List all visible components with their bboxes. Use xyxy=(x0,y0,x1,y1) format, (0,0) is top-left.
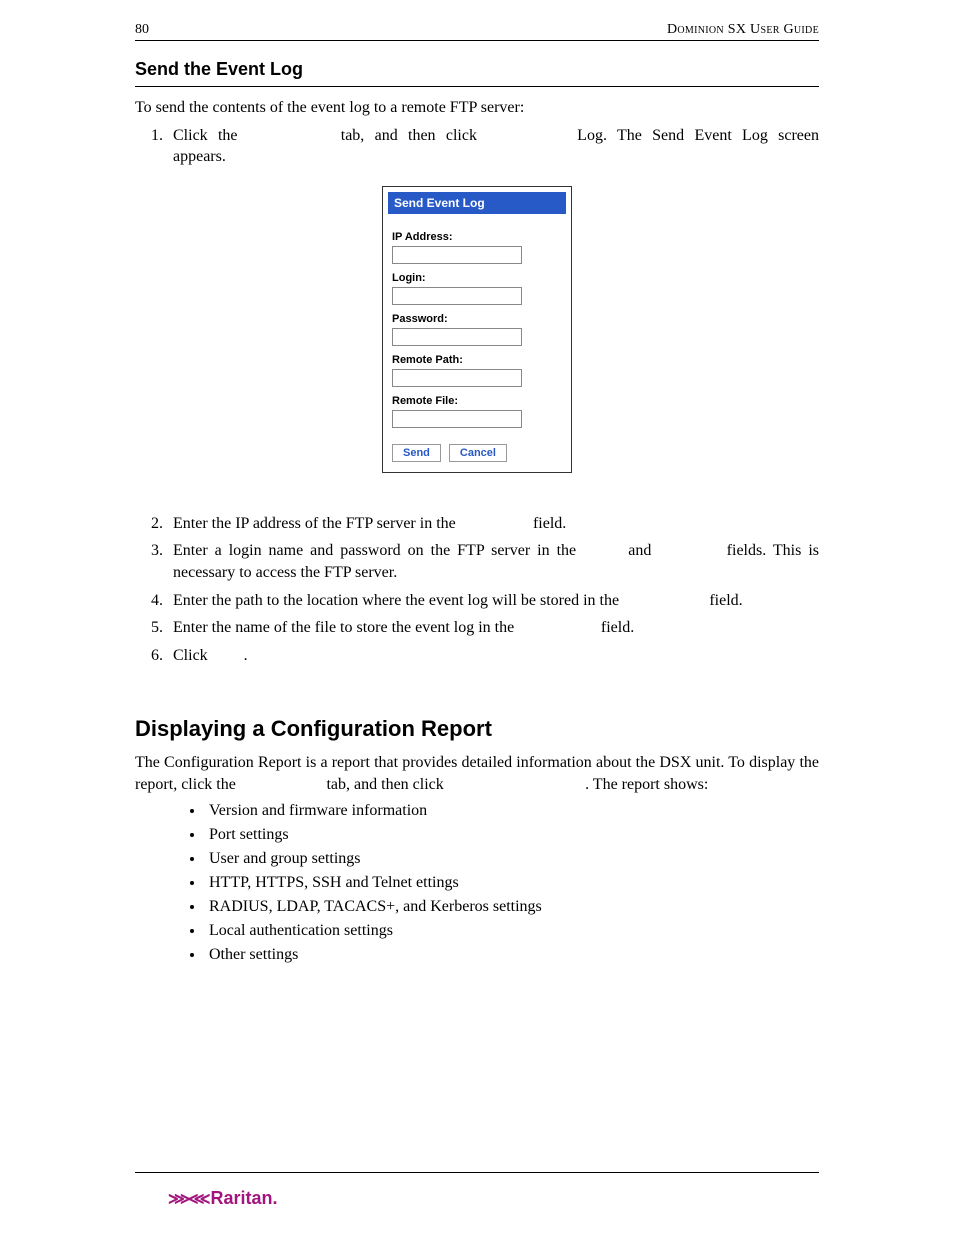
config-report-paragraph: The Configuration Report is a report tha… xyxy=(135,752,819,795)
section-heading-config-report: Displaying a Configuration Report xyxy=(135,716,819,742)
dialog-title: Send Event Log xyxy=(388,192,566,214)
bullet-item: Other settings xyxy=(205,946,819,964)
bullet-item: HTTP, HTTPS, SSH and Telnet ettings xyxy=(205,874,819,892)
book-title: Dominion SX User Guide xyxy=(667,22,819,38)
steps-list-2: Enter the IP address of the FTP server i… xyxy=(135,513,819,667)
ip-address-label: IP Address: xyxy=(392,231,562,243)
bullet-item: RADIUS, LDAP, TACACS+, and Kerberos sett… xyxy=(205,898,819,916)
page-header: 80 Dominion SX User Guide xyxy=(135,22,819,41)
raritan-logo: ⋙⋘ Raritan. xyxy=(168,1188,278,1209)
bullet-item: Port settings xyxy=(205,826,819,844)
step-6: Click Send. xyxy=(167,645,819,667)
remote-file-label: Remote File: xyxy=(392,395,562,407)
send-event-log-dialog: Send Event Log IP Address: Login: Passwo… xyxy=(382,186,572,473)
step-6-b: . xyxy=(244,647,248,664)
report-bullet-list: Version and firmware information Port se… xyxy=(135,802,819,964)
step-4-a: Enter the path to the location where the… xyxy=(173,592,623,609)
step-4-b: field. xyxy=(705,592,742,609)
steps-list-1: Click the Maintenance tab, and then clic… xyxy=(135,125,819,168)
para-c: . The report shows: xyxy=(585,776,708,793)
remote-file-input[interactable] xyxy=(392,410,522,428)
remote-path-label: Remote Path: xyxy=(392,354,562,366)
password-input[interactable] xyxy=(392,328,522,346)
remote-path-input[interactable] xyxy=(392,369,522,387)
step-2-a: Enter the IP address of the FTP server i… xyxy=(173,515,460,532)
password-label: Password: xyxy=(392,313,562,325)
step-3-a: Enter a login name and password on the F… xyxy=(173,542,583,559)
step-2-b: field. xyxy=(529,515,566,532)
page-number: 80 xyxy=(135,22,149,38)
step-5: Enter the name of the file to store the … xyxy=(167,617,819,639)
bullet-item: Version and firmware information xyxy=(205,802,819,820)
para-b: tab, and then click xyxy=(322,776,447,793)
section-heading-send-event-log: Send the Event Log xyxy=(135,59,819,87)
para-a: The Configuration Report is a report tha… xyxy=(135,754,819,793)
footer-rule xyxy=(135,1172,819,1173)
login-input[interactable] xyxy=(392,287,522,305)
step-2: Enter the IP address of the FTP server i… xyxy=(167,513,819,535)
logo-mark-icon: ⋙⋘ xyxy=(168,1189,208,1209)
step-5-b: field. xyxy=(597,619,634,636)
step-3-b: and xyxy=(621,542,658,559)
step-6-a: Click xyxy=(173,647,212,664)
bullet-item: Local authentication settings xyxy=(205,922,819,940)
step-3: Enter a login name and password on the F… xyxy=(167,540,819,583)
dialog-figure: Send Event Log IP Address: Login: Passwo… xyxy=(135,186,819,473)
ip-address-input[interactable] xyxy=(392,246,522,264)
send-button[interactable]: Send xyxy=(392,444,441,462)
step-5-a: Enter the name of the file to store the … xyxy=(173,619,518,636)
logo-text: Raritan. xyxy=(211,1188,278,1209)
login-label: Login: xyxy=(392,272,562,284)
step-1: Click the Maintenance tab, and then clic… xyxy=(167,125,819,168)
intro-text: To send the contents of the event log to… xyxy=(135,97,819,119)
step-4: Enter the path to the location where the… xyxy=(167,590,819,612)
cancel-button[interactable]: Cancel xyxy=(449,444,507,462)
bullet-item: User and group settings xyxy=(205,850,819,868)
